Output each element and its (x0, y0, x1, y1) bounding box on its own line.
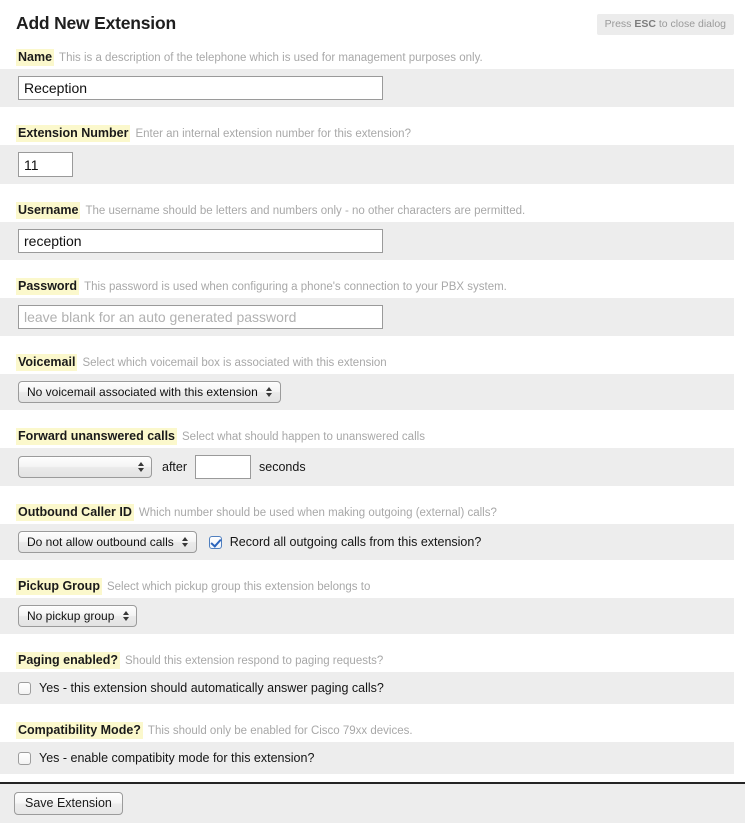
voicemail-select-value: No voicemail associated with this extens… (27, 385, 258, 399)
field-outbound-label: Outbound Caller ID (16, 504, 134, 521)
field-voicemail: Voicemail Select which voicemail box is a… (0, 349, 745, 410)
spacer (0, 107, 745, 120)
field-paging-labelrow: Paging enabled? Should this extension res… (0, 647, 745, 672)
field-password-hint: This password is used when configuring a… (84, 281, 507, 293)
forward-seconds-text: seconds (259, 460, 306, 474)
spacer (0, 560, 745, 573)
spacer (0, 184, 745, 197)
field-compatibility-hint: This should only be enabled for Cisco 79… (147, 725, 413, 737)
forward-seconds-input[interactable] (195, 455, 252, 479)
esc-hint-badge: Press ESC to close dialog (596, 14, 734, 35)
pickup-group-select-value: No pickup group (27, 609, 115, 623)
field-username-controlrow (0, 222, 734, 260)
spacer (0, 260, 745, 273)
field-extension-number-hint: Enter an internal extension number for t… (135, 128, 411, 140)
compatibility-mode-checkbox[interactable] (18, 751, 31, 765)
field-pickup-group: Pickup Group Select which pickup group th… (0, 573, 745, 634)
field-extension-number-controlrow (0, 145, 734, 184)
field-username-hint: The username should be letters and numbe… (85, 205, 526, 217)
paging-enabled-checkbox[interactable] (18, 681, 31, 695)
esc-hint-prefix: Press (604, 18, 635, 30)
dialog-header: Add New Extension Press ESC to close dia… (0, 0, 745, 44)
spacer (0, 410, 745, 423)
field-password-label: Password (16, 278, 80, 295)
field-name-label: Name (16, 49, 55, 66)
record-calls-checkbox[interactable] (208, 535, 222, 549)
paging-enabled-label: Yes - this extension should automaticall… (39, 681, 384, 695)
field-paging-enabled: Paging enabled? Should this extension res… (0, 647, 745, 704)
dialog-footer: Save Extension (0, 784, 745, 823)
name-input[interactable] (18, 76, 383, 100)
field-username-label: Username (16, 202, 81, 219)
spacer (0, 704, 745, 717)
field-pickup-group-labelrow: Pickup Group Select which pickup group th… (0, 573, 745, 598)
field-paging-label: Paging enabled? (16, 652, 121, 669)
spacer (0, 486, 745, 499)
forward-after-text: after (162, 460, 188, 474)
updown-arrows-icon (137, 461, 144, 473)
field-voicemail-label: Voicemail (16, 354, 78, 371)
field-compatibility-controlrow: Yes - enable compatibity mode for this e… (0, 742, 734, 774)
spacer (0, 336, 745, 349)
field-forward-labelrow: Forward unanswered calls Select what shou… (0, 423, 745, 448)
outbound-caller-id-select[interactable]: Do not allow outbound calls (18, 531, 197, 553)
field-pickup-group-label: Pickup Group (16, 578, 102, 595)
field-forward-unanswered-calls: Forward unanswered calls Select what shou… (0, 423, 745, 486)
voicemail-select[interactable]: No voicemail associated with this extens… (18, 381, 281, 403)
forward-target-select[interactable] (18, 456, 152, 478)
field-voicemail-labelrow: Voicemail Select which voicemail box is a… (0, 349, 745, 374)
spacer (0, 774, 745, 782)
field-pickup-group-hint: Select which pickup group this extension… (106, 581, 371, 593)
field-voicemail-controlrow: No voicemail associated with this extens… (0, 374, 734, 410)
page-title: Add New Extension (16, 13, 176, 33)
save-extension-button[interactable]: Save Extension (14, 792, 123, 815)
updown-arrows-icon (122, 610, 129, 622)
field-pickup-group-controlrow: No pickup group (0, 598, 734, 634)
field-forward-hint: Select what should happen to unanswered … (182, 431, 425, 443)
field-name-hint: This is a description of the telephone w… (59, 52, 483, 64)
field-password-controlrow (0, 298, 734, 336)
field-forward-label: Forward unanswered calls (16, 428, 177, 445)
spacer (0, 634, 745, 647)
field-password: Password This password is used when confi… (0, 273, 745, 336)
field-paging-controlrow: Yes - this extension should automaticall… (0, 672, 734, 704)
field-extension-number: Extension Number Enter an internal extens… (0, 120, 745, 184)
pickup-group-select[interactable]: No pickup group (18, 605, 138, 627)
field-extension-number-labelrow: Extension Number Enter an internal extens… (0, 120, 745, 145)
field-name-labelrow: Name This is a description of the telepho… (0, 44, 745, 69)
updown-arrows-icon (182, 536, 189, 548)
record-calls-label: Record all outgoing calls from this exte… (229, 535, 482, 549)
esc-key-label: ESC (634, 18, 656, 30)
field-compatibility-mode: Compatibility Mode? This should only be e… (0, 717, 745, 774)
username-input[interactable] (18, 229, 383, 253)
field-outbound-controlrow: Do not allow outbound calls Record all o… (0, 524, 734, 560)
updown-arrows-icon (266, 386, 273, 398)
esc-hint-suffix: to close dialog (655, 18, 726, 30)
field-compatibility-labelrow: Compatibility Mode? This should only be e… (0, 717, 745, 742)
field-paging-hint: Should this extension respond to paging … (125, 655, 384, 667)
field-outbound-hint: Which number should be used when making … (138, 507, 497, 519)
field-outbound-caller-id: Outbound Caller ID Which number should be… (0, 499, 745, 560)
extension-number-input[interactable] (18, 152, 73, 177)
field-name-controlrow (0, 69, 734, 107)
outbound-caller-id-select-value: Do not allow outbound calls (27, 535, 174, 549)
field-outbound-labelrow: Outbound Caller ID Which number should be… (0, 499, 745, 524)
password-input[interactable] (18, 305, 383, 329)
add-extension-dialog: Add New Extension Press ESC to close dia… (0, 0, 745, 823)
field-forward-controlrow: after seconds (0, 448, 734, 486)
field-username-labelrow: Username The username should be letters a… (0, 197, 745, 222)
compatibility-mode-label: Yes - enable compatibity mode for this e… (39, 751, 315, 765)
field-extension-number-label: Extension Number (16, 125, 131, 142)
field-password-labelrow: Password This password is used when confi… (0, 273, 745, 298)
field-name: Name This is a description of the telepho… (0, 44, 745, 107)
field-username: Username The username should be letters a… (0, 197, 745, 260)
field-voicemail-hint: Select which voicemail box is associated… (82, 357, 387, 369)
